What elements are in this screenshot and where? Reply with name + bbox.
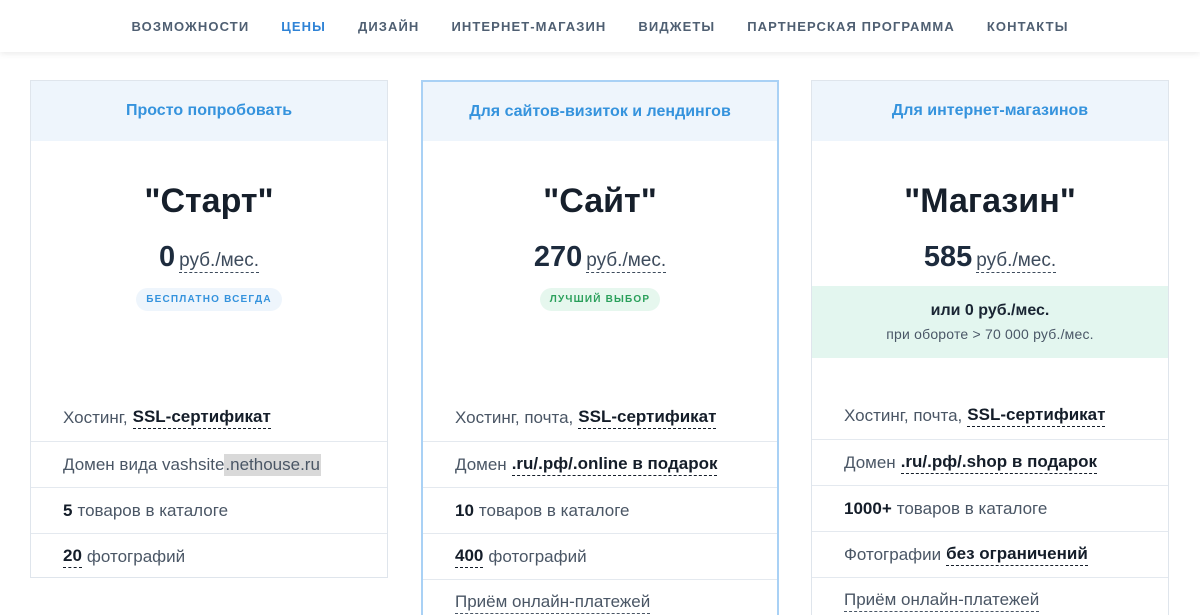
plan-name: "Магазин" xyxy=(904,182,1076,220)
plan-name: "Сайт" xyxy=(543,182,657,220)
feature-row-photos: Фотографии без ограничений xyxy=(812,531,1168,577)
feature-row-domain: Домен вида vashsite .nethouse.ru xyxy=(31,441,387,487)
photos-count-link[interactable]: 400 xyxy=(455,546,484,568)
promo-banner: или 0 руб./мес. при обороте > 70 000 руб… xyxy=(812,286,1168,358)
price-value: 585 xyxy=(923,241,973,273)
feature-row-domain: Домен .ru/.рф/.shop в подарок xyxy=(812,439,1168,485)
price-value: 270 xyxy=(533,241,583,273)
promo-condition-text: при обороте > 70 000 руб./мес. xyxy=(886,326,1094,342)
online-payments-link[interactable]: Приём онлайн-платежей xyxy=(844,590,1040,612)
feature-list: Хостинг, почта, SSL-сертификат Домен .ru… xyxy=(812,393,1168,615)
plan-card-header: Просто попробовать xyxy=(31,81,387,141)
feature-row-hosting: Хостинг, почта, SSL-сертификат xyxy=(455,407,717,429)
ssl-certificate-link[interactable]: SSL-сертификат xyxy=(967,405,1106,427)
feature-row-photos: 400 фотографий xyxy=(423,533,777,579)
plan-card-start: Просто попробовать "Старт" 0 руб./мес. БЕ… xyxy=(30,80,388,578)
plan-card-header: Для сайтов-визиток и лендингов xyxy=(423,82,777,141)
domain-suffix-highlight: .nethouse.ru xyxy=(224,453,321,476)
plan-card-site: Для сайтов-визиток и лендингов "Сайт" 27… xyxy=(421,80,779,615)
feature-row-hosting: Хостинг, почта, SSL-сертификат xyxy=(844,405,1106,427)
feature-row-products: 10 товаров в каталоге xyxy=(423,487,777,533)
price-unit-link[interactable]: руб./мес. xyxy=(586,250,667,273)
photos-count-link[interactable]: 20 xyxy=(63,546,82,568)
nav-item-widgets[interactable]: ВИДЖЕТЫ xyxy=(638,19,715,34)
unlimited-photos-link[interactable]: без ограничений xyxy=(946,544,1088,566)
plan-badge: БЕСПЛАТНО ВСЕГДА xyxy=(136,288,282,311)
price-unit-link[interactable]: руб./мес. xyxy=(976,250,1057,273)
plan-badge: ЛУЧШИЙ ВЫБОР xyxy=(539,288,661,311)
feature-row-domain: Домен .ru/.рф/.online в подарок xyxy=(423,441,777,487)
plan-name: "Старт" xyxy=(144,182,274,220)
domain-gift-link[interactable]: .ru/.рф/.online в подарок xyxy=(511,454,718,476)
promo-main-text: или 0 руб./мес. xyxy=(930,302,1050,319)
plan-price: 0 руб./мес. xyxy=(31,241,387,281)
feature-row-photos: 20 фотографий xyxy=(31,533,387,577)
price-value: 0 xyxy=(158,241,176,273)
nav-item-features[interactable]: ВОЗМОЖНОСТИ xyxy=(131,19,249,34)
plan-price: 585 руб./мес. xyxy=(812,241,1168,281)
online-payments-link[interactable]: Приём онлайн-платежей xyxy=(455,592,651,614)
nav-item-partner-program[interactable]: ПАРТНЕРСКАЯ ПРОГРАММА xyxy=(747,19,955,34)
feature-row-payments: Приём онлайн-платежей xyxy=(812,577,1168,615)
plan-card-shop: Для интернет-магазинов "Магазин" 585 руб.… xyxy=(811,80,1169,615)
nav-item-online-store[interactable]: ИНТЕРНЕТ-МАГАЗИН xyxy=(451,19,606,34)
feature-row-products: 5 товаров в каталоге xyxy=(31,487,387,533)
feature-list: Хостинг, почта, SSL-сертификат Домен .ru… xyxy=(423,395,777,615)
domain-gift-link[interactable]: .ru/.рф/.shop в подарок xyxy=(900,452,1098,474)
nav-item-design[interactable]: ДИЗАЙН xyxy=(358,19,419,34)
ssl-certificate-link[interactable]: SSL-сертификат xyxy=(578,407,717,429)
nav-item-contacts[interactable]: КОНТАКТЫ xyxy=(987,19,1069,34)
feature-row-products: 1000+ товаров в каталоге xyxy=(812,485,1168,531)
price-unit-link[interactable]: руб./мес. xyxy=(179,250,260,273)
ssl-certificate-link[interactable]: SSL-сертификат xyxy=(132,407,271,429)
nav-item-prices[interactable]: ЦЕНЫ xyxy=(281,19,326,34)
feature-row-hosting: Хостинг, SSL-сертификат xyxy=(63,407,271,429)
feature-list: Хостинг, SSL-сертификат Домен вида vashs… xyxy=(31,395,387,577)
feature-row-payments: Приём онлайн-платежей xyxy=(423,579,777,615)
top-navigation: ВОЗМОЖНОСТИ ЦЕНЫ ДИЗАЙН ИНТЕРНЕТ-МАГАЗИН… xyxy=(0,0,1200,52)
plan-card-header: Для интернет-магазинов xyxy=(812,81,1168,141)
plan-price: 270 руб./мес. xyxy=(423,241,777,281)
